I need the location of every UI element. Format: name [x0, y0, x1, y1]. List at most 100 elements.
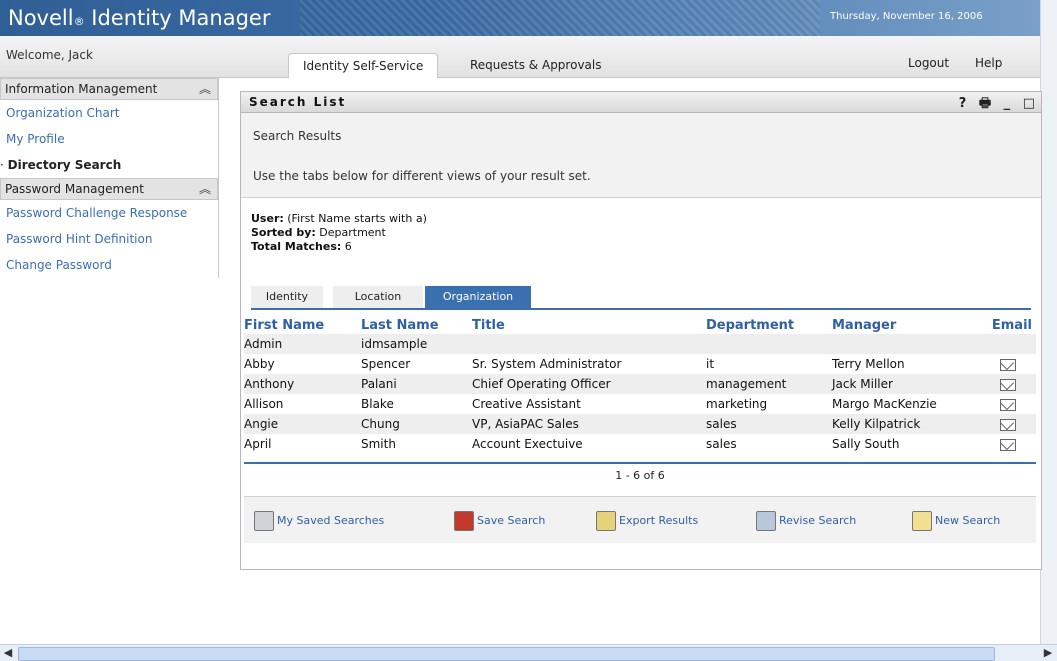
portlet-title: Search List — [249, 95, 347, 109]
column-first-name[interactable]: First Name — [244, 316, 361, 334]
cell-manager: Margo MacKenzie — [832, 397, 937, 411]
email-icon[interactable] — [1000, 378, 1016, 391]
scroll-left-icon[interactable]: ◀ — [0, 645, 16, 661]
maximize-icon[interactable]: □ — [1023, 96, 1035, 111]
table-row[interactable]: Angie Chung VP, AsiaPAC Sales sales Kell… — [244, 414, 1036, 434]
sidebar-item-organization-chart[interactable]: Organization Chart — [0, 100, 218, 126]
cell-first-name: Admin — [244, 334, 361, 354]
table-row[interactable]: Abby Spencer Sr. System Administrator it… — [244, 354, 1036, 374]
date-display: Thursday, November 16, 2006 — [830, 11, 983, 22]
cell-email — [980, 334, 1036, 354]
cell-last-name: Blake — [361, 397, 394, 411]
collapse-icon[interactable]: ︽ — [199, 179, 211, 199]
sidebar-section-title: Information Management — [5, 82, 158, 96]
portlet-header: Search List ? 🖶 _ □ — [241, 92, 1041, 113]
sidebar-item-password-hint-definition[interactable]: Password Hint Definition — [0, 226, 218, 252]
column-department[interactable]: Department — [706, 316, 832, 334]
cell-title: Account Exectuive — [472, 437, 583, 451]
cell-manager: Kelly Kilpatrick — [832, 414, 980, 434]
cell-last-name: Chung — [361, 414, 472, 434]
email-icon[interactable] — [1000, 418, 1016, 431]
cell-manager: Terry Mellon — [832, 357, 905, 371]
cell-first-name: Abby — [244, 357, 275, 371]
tab-organization[interactable]: Organization — [425, 286, 531, 308]
revise-search-button[interactable]: Revise Search — [756, 511, 856, 531]
user-label: User: — [251, 212, 284, 225]
cell-last-name: Smith — [361, 437, 396, 451]
export-icon — [596, 511, 616, 531]
table-row[interactable]: Anthony Palani Chief Operating Officer m… — [244, 374, 1036, 394]
paging-info: 1 - 6 of 6 — [615, 469, 665, 482]
new-search-button[interactable]: New Search — [912, 511, 1000, 531]
tab-identity[interactable]: Identity — [251, 286, 323, 308]
cell-email — [980, 394, 1036, 414]
cell-department — [706, 334, 832, 354]
intro-panel: Search Results Use the tabs below for di… — [241, 113, 1041, 198]
sidebar-item-change-password[interactable]: Change Password — [0, 252, 218, 278]
logout-link[interactable]: Logout — [908, 56, 949, 70]
tab-location[interactable]: Location — [333, 286, 423, 308]
my-saved-searches-button[interactable]: My Saved Searches — [254, 511, 384, 531]
scroll-right-icon[interactable]: ▶ — [1040, 645, 1056, 661]
sorted-value: Department — [315, 226, 386, 239]
table-row[interactable]: Allison Blake Creative Assistant marketi… — [244, 394, 1036, 414]
help-link[interactable]: Help — [975, 56, 1002, 70]
tab-identity-self-service[interactable]: Identity Self-Service — [288, 53, 439, 78]
sidebar-item-my-profile[interactable]: My Profile — [0, 126, 218, 152]
action-label: Save Search — [477, 514, 546, 527]
vertical-scrollbar[interactable] — [1040, 0, 1057, 644]
action-label: My Saved Searches — [277, 514, 385, 527]
sidebar: Information Management ︽ Organization Ch… — [0, 78, 219, 278]
total-label: Total Matches: — [251, 240, 342, 253]
total-value: 6 — [341, 240, 352, 253]
save-search-button[interactable]: Save Search — [454, 511, 545, 531]
print-icon[interactable]: 🖶 — [979, 96, 991, 111]
welcome-text: Welcome, Jack — [6, 48, 93, 62]
export-results-button[interactable]: Export Results — [596, 511, 698, 531]
sorted-label: Sorted by: — [251, 226, 316, 239]
cell-department: it — [706, 357, 715, 371]
scrollbar-thumb[interactable] — [18, 647, 995, 661]
column-email[interactable]: Email — [980, 316, 1036, 334]
column-last-name[interactable]: Last Name — [361, 316, 472, 334]
cell-last-name: Palani — [361, 374, 472, 394]
help-icon[interactable]: ? — [959, 96, 967, 111]
email-icon[interactable] — [1000, 398, 1016, 411]
table-row[interactable]: Admin idmsample — [244, 334, 1036, 354]
banner-pattern — [300, 0, 820, 36]
sidebar-section-information-management[interactable]: Information Management ︽ — [0, 78, 218, 100]
cell-first-name: Allison — [244, 397, 284, 411]
sidebar-item-label: Directory Search — [7, 158, 122, 172]
saved-searches-icon — [254, 511, 274, 531]
cell-title: Sr. System Administrator — [472, 357, 622, 371]
cell-first-name: April — [244, 437, 272, 451]
new-search-icon — [912, 511, 932, 531]
email-icon[interactable] — [1000, 358, 1016, 371]
intro-heading: Search Results — [253, 129, 342, 143]
cell-department: marketing — [706, 397, 768, 411]
cell-first-name: Angie — [244, 414, 361, 434]
cell-manager: Jack Miller — [832, 374, 980, 394]
user-value: (First Name starts with a) — [283, 212, 427, 225]
sidebar-section-title: Password Management — [5, 182, 144, 196]
results-table: First Name Last Name Title Department Ma… — [244, 316, 1036, 454]
column-manager[interactable]: Manager — [832, 316, 980, 334]
sidebar-section-password-management[interactable]: Password Management ︽ — [0, 178, 218, 200]
tab-requests-approvals[interactable]: Requests & Approvals — [456, 53, 615, 77]
nav-bar: Welcome, Jack Identity Self-Service Requ… — [0, 36, 1040, 78]
action-label: New Search — [935, 514, 1001, 527]
table-row[interactable]: April Smith Account Exectuive sales Sall… — [244, 434, 1036, 454]
minimize-icon[interactable]: _ — [1004, 96, 1011, 111]
intro-text: Use the tabs below for different views o… — [253, 169, 591, 183]
result-view-tabs: Identity Location Organization — [251, 286, 1031, 310]
email-icon[interactable] — [1000, 438, 1016, 451]
app-title: Novell® Identity Manager — [8, 6, 271, 30]
sidebar-item-password-challenge-response[interactable]: Password Challenge Response — [0, 200, 218, 226]
column-title[interactable]: Title — [472, 316, 706, 334]
cell-department: sales — [706, 414, 832, 434]
action-bar: My Saved Searches Save Search Export Res… — [244, 496, 1036, 543]
sidebar-item-directory-search[interactable]: · Directory Search — [0, 152, 218, 178]
collapse-icon[interactable]: ︽ — [199, 79, 211, 99]
horizontal-scrollbar[interactable]: ◀ ▶ — [0, 644, 1057, 661]
cell-department: sales — [706, 437, 737, 451]
